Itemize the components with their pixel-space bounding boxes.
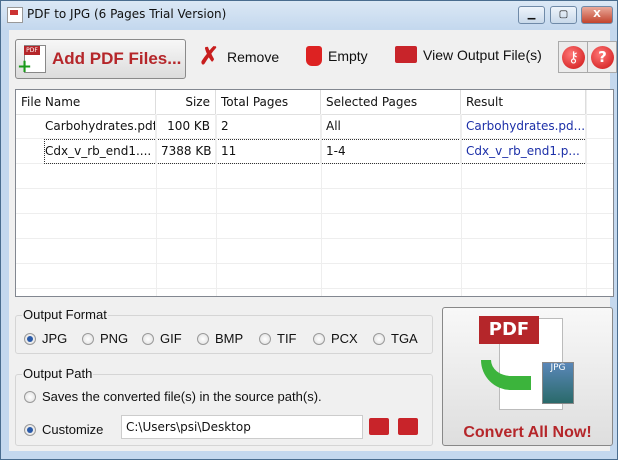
file-list-table[interactable]: File Name Size Total Pages Selected Page… <box>15 89 614 297</box>
output-path-input[interactable]: C:\Users\psi\Desktop <box>121 415 363 439</box>
empty-row <box>16 164 613 189</box>
selected-pages[interactable]: All <box>321 114 461 139</box>
add-pdf-files-button[interactable]: Add PDF Files... <box>15 39 186 79</box>
file-size: 100 KB <box>156 114 216 139</box>
open-folder-icon[interactable] <box>398 418 418 435</box>
format-pcx-radio[interactable]: PCX <box>313 331 358 346</box>
empty-label: Empty <box>328 48 368 64</box>
browse-folder-icon[interactable] <box>369 418 389 435</box>
window-title: PDF to JPG (6 Pages Trial Version) <box>27 7 227 21</box>
empty-button[interactable]: Empty <box>306 46 368 66</box>
col-size[interactable]: Size <box>156 90 216 115</box>
format-png-radio[interactable]: PNG <box>82 331 128 346</box>
table-row[interactable]: Cdx_v_rb_end1.... 7388 KB 11 1-4 Cdx_v_r… <box>16 139 613 164</box>
green-arrow-icon <box>481 360 531 390</box>
add-pdf-label: Add PDF Files... <box>52 49 182 68</box>
key-icon: ⚷ <box>562 46 585 69</box>
col-total-pages[interactable]: Total Pages <box>216 90 321 115</box>
customize-radio[interactable]: Customize <box>24 422 103 437</box>
format-tga-radio[interactable]: TGA <box>373 331 418 346</box>
add-pdf-icon <box>17 45 46 77</box>
col-selected-pages[interactable]: Selected Pages <box>321 90 461 115</box>
format-gif-radio[interactable]: GIF <box>142 331 182 346</box>
selected-pages[interactable]: 1-4 <box>321 139 461 164</box>
file-size: 7388 KB <box>156 139 216 164</box>
total-pages: 11 <box>216 139 321 164</box>
trash-icon <box>306 46 322 66</box>
total-pages: 2 <box>216 114 321 139</box>
source-path-radio[interactable]: Saves the converted file(s) in the sourc… <box>24 389 322 404</box>
title-bar: PDF to JPG (6 Pages Trial Version) ▁ ▢ X <box>1 1 617 29</box>
jpg-image-icon: JPG <box>542 362 574 404</box>
register-key-button[interactable]: ⚷ <box>558 41 588 73</box>
col-result[interactable]: Result <box>461 90 586 115</box>
output-path-label: Output Path <box>22 366 94 381</box>
file-name: Carbohydrates.pdf <box>16 114 156 139</box>
output-format-group: Output Format JPG PNG GIF BMP TIF PCX TG… <box>15 307 433 354</box>
view-output-label: View Output File(s) <box>423 46 542 63</box>
remove-x-icon: ✗ <box>199 43 220 70</box>
maximize-button[interactable]: ▢ <box>550 6 577 24</box>
view-output-button[interactable]: View Output File(s) <box>395 46 542 63</box>
close-button[interactable]: X <box>581 6 613 24</box>
app-icon <box>7 7 23 23</box>
folder-search-icon <box>395 46 417 63</box>
result-link[interactable]: Cdx_v_rb_end1.p... <box>461 139 586 164</box>
format-tif-radio[interactable]: TIF <box>259 331 297 346</box>
app-window: PDF to JPG (6 Pages Trial Version) ▁ ▢ X… <box>0 0 618 460</box>
col-file-name[interactable]: File Name <box>16 90 156 115</box>
remove-button[interactable]: ✗ Remove <box>199 43 280 70</box>
help-icon: ? <box>591 46 614 69</box>
pdf-badge: PDF <box>479 316 539 344</box>
table-row[interactable]: Carbohydrates.pdf 100 KB 2 All Carbohydr… <box>16 114 613 139</box>
output-format-label: Output Format <box>22 307 108 322</box>
convert-all-button[interactable]: PDF JPG Convert All Now! <box>442 307 613 446</box>
table-header: File Name Size Total Pages Selected Page… <box>16 90 613 115</box>
format-jpg-radio[interactable]: JPG <box>24 331 67 346</box>
format-bmp-radio[interactable]: BMP <box>197 331 243 346</box>
convert-label: Convert All Now! <box>463 424 592 441</box>
result-link[interactable]: Carbohydrates.pd... <box>461 114 586 139</box>
client-area: Add PDF Files... ✗ Remove Empty View Outp… <box>9 30 617 451</box>
empty-row <box>16 214 613 239</box>
help-button[interactable]: ? <box>587 41 617 73</box>
remove-label: Remove <box>227 49 280 65</box>
empty-row <box>16 239 613 264</box>
empty-row <box>16 264 613 289</box>
file-name: Cdx_v_rb_end1.... <box>16 139 156 164</box>
empty-row <box>16 189 613 214</box>
minimize-button[interactable]: ▁ <box>518 6 545 24</box>
